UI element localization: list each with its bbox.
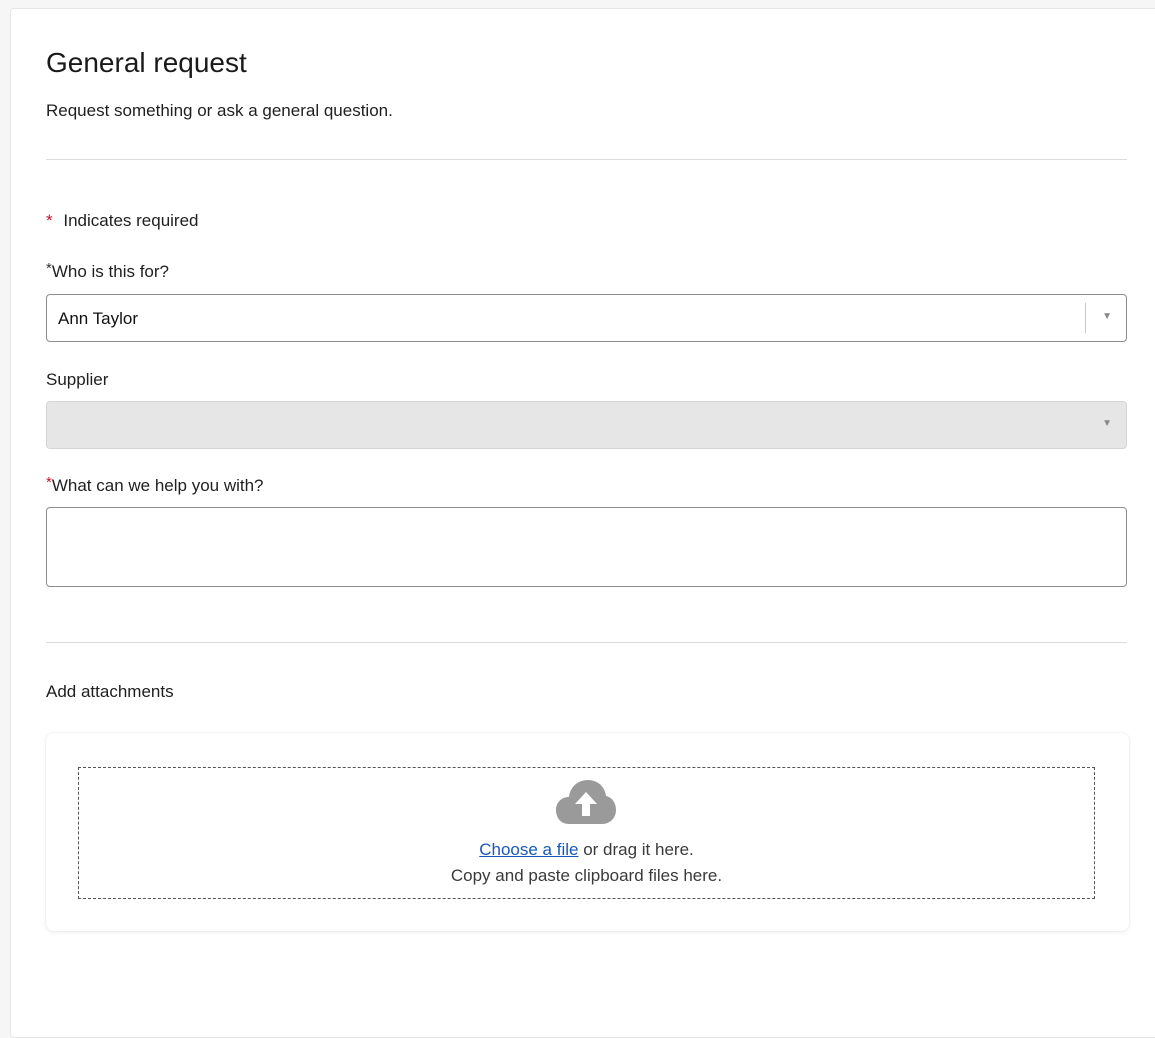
required-note-text: Indicates required: [63, 211, 199, 230]
who-select-value: Ann Taylor: [58, 309, 139, 328]
drag-text: or drag it here.: [578, 840, 694, 859]
divider-bottom: [46, 642, 1127, 643]
chevron-down-icon[interactable]: ▼: [1102, 311, 1112, 322]
who-label-text: Who is this for?: [51, 262, 169, 281]
request-form-card: General request Request something or ask…: [10, 8, 1155, 1038]
who-field-label: *Who is this for?: [46, 260, 169, 282]
file-dropzone[interactable]: Choose a file or drag it here. Copy and …: [78, 767, 1095, 899]
required-star: *: [46, 211, 53, 230]
attachments-heading: Add attachments: [46, 682, 174, 701]
who-select-separator: [1085, 303, 1086, 333]
help-field-label: *What can we help you with?: [46, 474, 264, 496]
dropzone-line-1: Choose a file or drag it here.: [79, 840, 1094, 860]
required-note: * Indicates required: [46, 211, 199, 231]
choose-file-link[interactable]: Choose a file: [479, 840, 578, 859]
supplier-field-label: Supplier: [46, 370, 109, 389]
supplier-select[interactable]: ▼: [46, 401, 1127, 449]
page-description: Request something or ask a general quest…: [46, 101, 393, 120]
page-title: General request: [46, 47, 247, 78]
who-select[interactable]: Ann Taylor ▼: [46, 294, 1127, 342]
attachments-card: Choose a file or drag it here. Copy and …: [46, 733, 1129, 931]
help-required-star: *: [46, 474, 52, 491]
chevron-down-icon[interactable]: ▼: [1102, 418, 1112, 429]
clipboard-text: Copy and paste clipboard files here.: [450, 866, 723, 885]
cloud-upload-icon: [556, 780, 616, 824]
who-required-star: *: [46, 260, 52, 277]
help-label-text: What can we help you with?: [51, 476, 264, 495]
divider-top: [46, 159, 1127, 160]
help-textarea[interactable]: [46, 507, 1127, 587]
